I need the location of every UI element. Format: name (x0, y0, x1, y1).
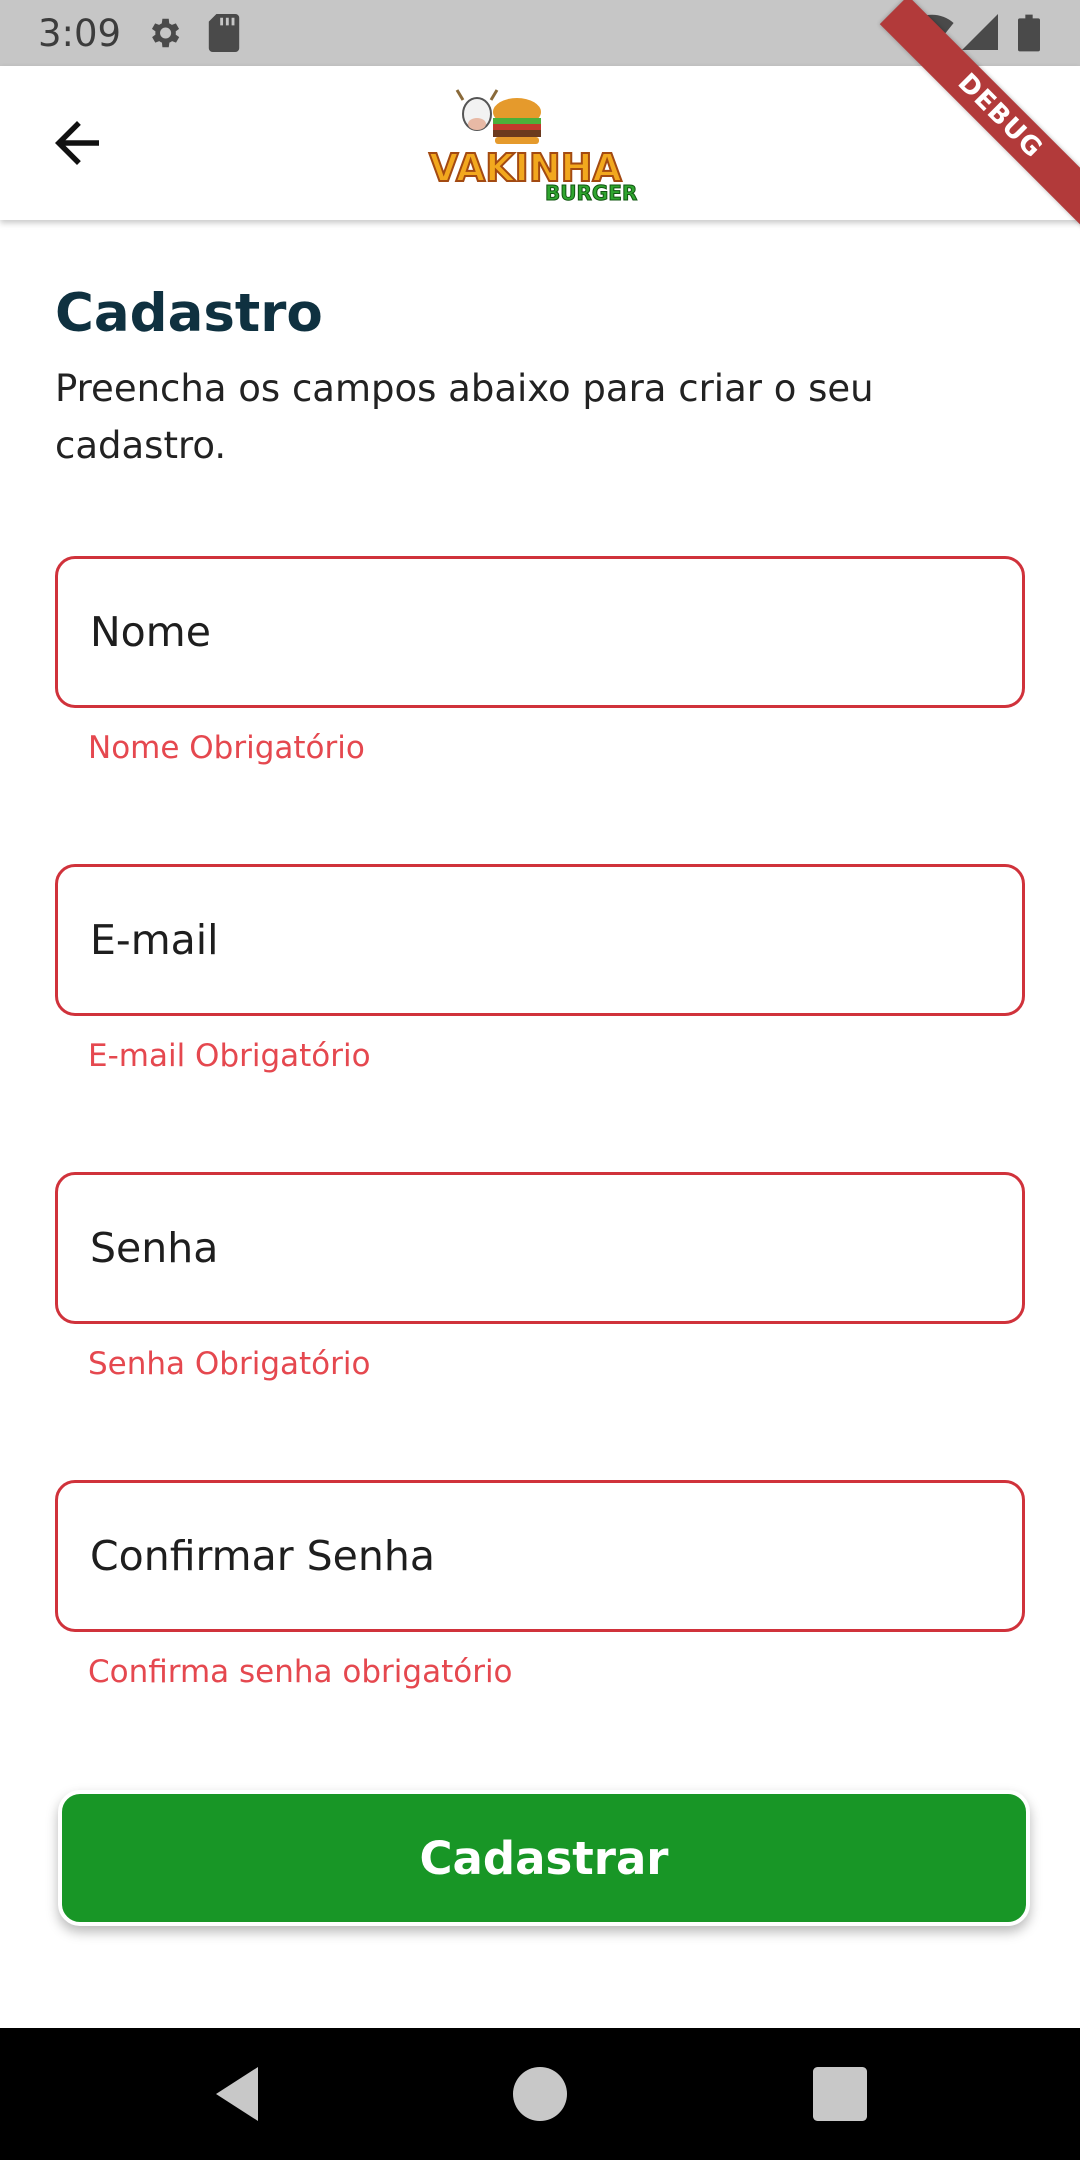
page-subtitle: Preencha os campos abaixo para criar o s… (55, 367, 874, 467)
home-circle-icon (510, 2067, 570, 2128)
back-button[interactable] (44, 110, 110, 176)
arrow-back-icon (44, 121, 110, 180)
logo: VAKINHA BURGER (425, 86, 655, 206)
confirm-password-field-label: Confirmar Senha (90, 1532, 435, 1580)
email-field[interactable]: E-mail (55, 864, 1025, 1016)
navigation-bar (0, 2028, 1080, 2160)
submit-button[interactable]: Cadastrar (58, 1790, 1030, 1926)
nav-back-button[interactable] (210, 2064, 270, 2124)
name-field[interactable]: Nome (55, 556, 1025, 708)
signal-icon (962, 14, 998, 54)
app-bar: VAKINHA BURGER DEBUG (0, 0, 1080, 237)
password-field-label: Senha (90, 1224, 219, 1272)
status-time: 3:09 (38, 12, 122, 55)
confirm-password-field[interactable]: Confirmar Senha (55, 1480, 1025, 1632)
name-error-text: Nome Obrigatório (88, 730, 365, 766)
sd-card-icon (208, 14, 240, 56)
submit-button-label: Cadastrar (419, 1831, 669, 1885)
nav-home-button[interactable] (510, 2064, 570, 2124)
name-field-label: Nome (90, 608, 211, 656)
password-field[interactable]: Senha (55, 1172, 1025, 1324)
password-error-text: Senha Obrigatório (88, 1346, 371, 1382)
battery-icon (1018, 14, 1040, 56)
email-field-label: E-mail (90, 916, 219, 964)
email-field-group: E-mail E-mail Obrigatório (55, 864, 1025, 1074)
name-field-group: Nome Nome Obrigatório (55, 556, 1025, 766)
password-field-group: Senha Senha Obrigatório (55, 1172, 1025, 1382)
back-triangle-icon (210, 2067, 270, 2128)
settings-icon (145, 14, 183, 56)
recents-square-icon (810, 2067, 870, 2128)
confirm-password-field-group: Confirmar Senha Confirma senha obrigatór… (55, 1480, 1025, 1690)
logo-text-bottom: BURGER (545, 181, 637, 205)
nav-recents-button[interactable] (810, 2064, 870, 2124)
email-error-text: E-mail Obrigatório (88, 1038, 371, 1074)
page-title: Cadastro (55, 283, 323, 344)
confirm-password-error-text: Confirma senha obrigatório (88, 1654, 513, 1690)
